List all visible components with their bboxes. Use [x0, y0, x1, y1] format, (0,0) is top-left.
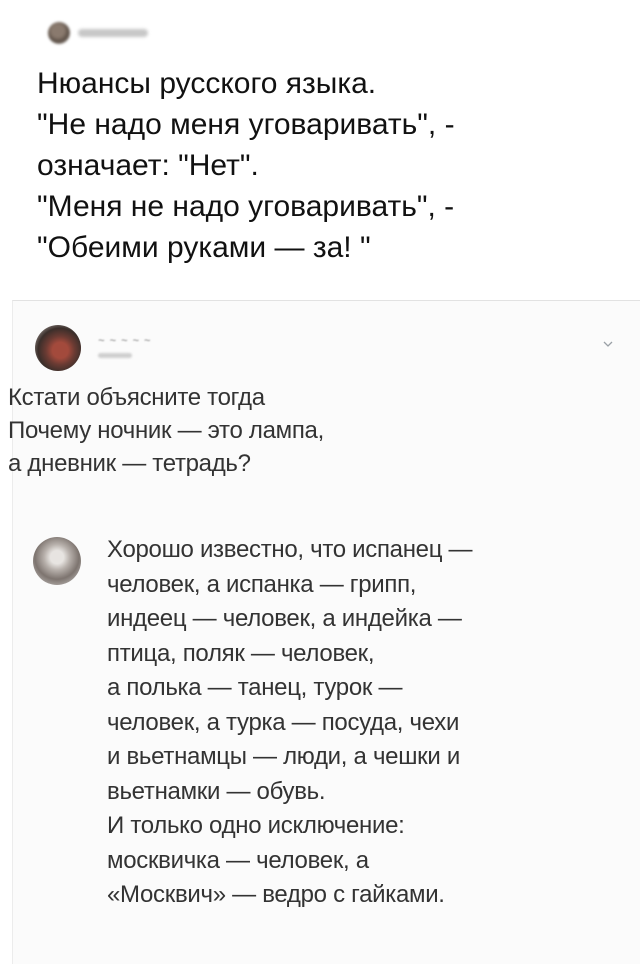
post: Нюансы русского языка. "Не надо меня уго…: [0, 0, 640, 300]
comment-line: Кстати объясните тогда: [8, 384, 265, 411]
avatar[interactable]: [48, 22, 70, 44]
comments-card: ~ ~ ~ ~ ~ Кстати объясните тогда Почему …: [8, 300, 640, 964]
post-line: "Не надо меня уговаривать", -: [37, 108, 455, 141]
comment-line: «Москвич» — ведро с гайками.: [107, 881, 445, 908]
comment-line: а дневник — тетрадь?: [8, 450, 251, 477]
comment-line: человек, а турка — посуда, чехи: [107, 708, 460, 736]
post-line: "Обеими руками — за! ": [37, 231, 371, 264]
commenter-name-blurred[interactable]: ~ ~ ~ ~ ~: [98, 335, 151, 347]
post-line: означает: "Нет".: [37, 149, 259, 182]
post-line: "Меня не надо уговаривать", -: [37, 190, 455, 223]
comment-line: человек, а испанка — грипп,: [107, 570, 417, 598]
post-text: Нюансы русского языка. "Не надо меня уго…: [37, 63, 627, 268]
comment-line: Почему ночник — это лампа,: [8, 417, 324, 444]
post-author[interactable]: [48, 22, 148, 44]
comment-body: Кстати объясните тогда Почему ночник — э…: [8, 381, 448, 480]
comment-line: вьетнамки — обувь.: [107, 777, 326, 805]
chevron-down-icon[interactable]: [603, 339, 613, 349]
avatar[interactable]: [35, 325, 81, 371]
comment-line: индеец — человек, а индейка —: [107, 605, 462, 632]
comment-body: Хорошо известно, что испанец — человек, …: [107, 533, 617, 913]
comment-line: и вьетнамцы — люди, а чешки и: [107, 743, 460, 770]
comment-meta-blurred: [98, 353, 132, 358]
comment-line: птица, поляк — человек,: [107, 639, 375, 667]
avatar[interactable]: [33, 537, 81, 585]
comment-line: Хорошо известно, что испанец —: [107, 536, 473, 563]
comment-line: И только одно исключение:: [107, 812, 405, 839]
post-line: Нюансы русского языка.: [37, 67, 377, 100]
comment-line: москвичка — человек, а: [107, 846, 369, 874]
author-name-blurred[interactable]: [78, 29, 148, 37]
comment-line: а полька — танец, турок —: [107, 674, 403, 701]
